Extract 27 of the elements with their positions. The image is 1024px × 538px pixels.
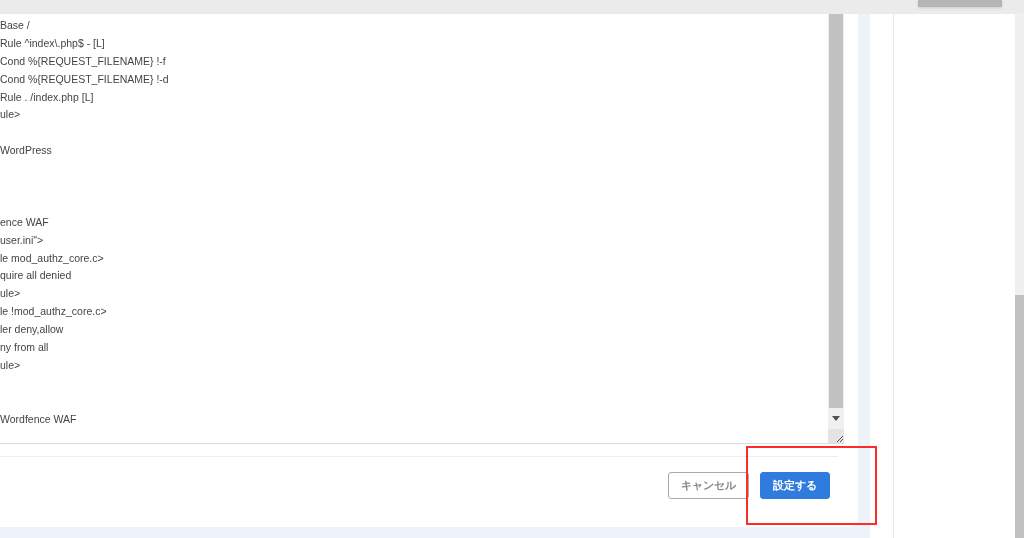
code-line: Cond %{REQUEST_FILENAME} !-f	[0, 53, 166, 69]
page-scrollbar-thumb[interactable]	[1015, 295, 1024, 538]
code-line: WordPress	[0, 143, 52, 159]
page-scrollbar[interactable]	[1015, 14, 1024, 538]
scrollbar-thumb[interactable]	[829, 14, 843, 408]
code-line: Cond %{REQUEST_FILENAME} !-d	[0, 71, 169, 87]
code-line: le mod_authz_core.c>	[0, 250, 104, 266]
code-line: user.ini">	[0, 232, 44, 248]
code-line: ny from all	[0, 340, 49, 356]
code-line: ule>	[0, 357, 21, 373]
toolbar-button[interactable]	[918, 0, 1002, 7]
code-field[interactable]	[0, 14, 844, 444]
code-line: ule>	[0, 286, 21, 302]
code-line: Rule ^index\.php$ - [L]	[0, 35, 105, 51]
code-line: Wordfence WAF	[0, 411, 77, 427]
code-line: Base /	[0, 18, 30, 33]
scrollbar[interactable]	[828, 14, 844, 443]
code-line: quire all denied	[0, 268, 72, 284]
code-line: ence WAF	[0, 214, 49, 230]
resize-handle-icon[interactable]	[835, 434, 844, 443]
code-line: le !mod_authz_core.c>	[0, 304, 107, 320]
submit-button[interactable]: 設定する	[760, 472, 830, 499]
code-line: ler deny,allow	[0, 322, 64, 338]
code-line: ule>	[0, 107, 21, 123]
code-line: Rule . /index.php [L]	[0, 89, 94, 105]
cancel-button[interactable]: キャンセル	[668, 472, 749, 499]
down-arrow-icon[interactable]	[832, 416, 840, 421]
